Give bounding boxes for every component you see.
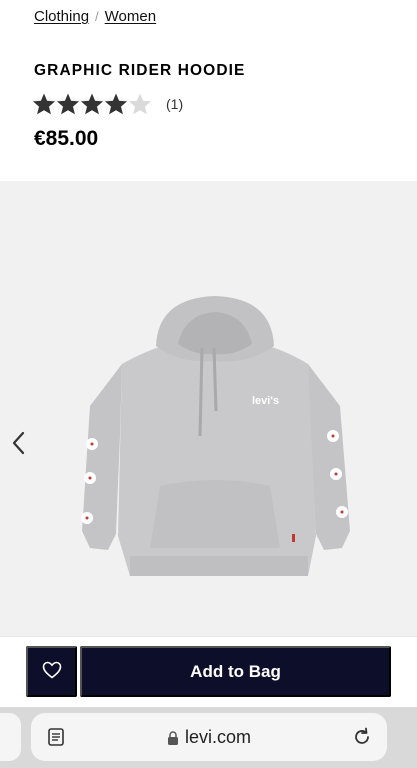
hoodie-product-image[interactable]: levi's xyxy=(60,286,370,586)
levis-logo: levi's xyxy=(252,395,279,407)
lock-icon xyxy=(167,730,179,745)
reload-icon[interactable] xyxy=(351,726,373,748)
star-icon xyxy=(32,92,56,116)
add-to-bag-button[interactable]: Add to Bag xyxy=(80,646,391,697)
breadcrumb: Clothing / Women xyxy=(34,8,156,25)
url-text: levi.com xyxy=(184,727,251,747)
heart-outline-icon xyxy=(42,661,62,682)
star-icon xyxy=(104,92,128,116)
purchase-actions-bar: Add to Bag xyxy=(0,636,417,707)
add-to-wishlist-button[interactable] xyxy=(26,646,77,697)
breadcrumb-women-link[interactable]: Women xyxy=(105,8,156,25)
product-price: €85.00 xyxy=(34,127,99,150)
browser-address-bar: levi.com xyxy=(0,707,417,768)
breadcrumb-separator: / xyxy=(95,9,99,24)
product-title: GRAPHIC RIDER HOODIE xyxy=(34,62,246,79)
url-field[interactable]: levi.com xyxy=(31,713,387,761)
star-empty-icon xyxy=(128,92,152,116)
review-count[interactable]: (1) xyxy=(166,96,183,112)
product-image-gallery[interactable]: levi's xyxy=(0,181,417,636)
previous-tab-edge[interactable] xyxy=(0,713,21,761)
product-rating[interactable]: (1) xyxy=(32,92,183,116)
breadcrumb-clothing-link[interactable]: Clothing xyxy=(34,8,89,25)
chevron-left-icon[interactable] xyxy=(8,428,28,458)
url-display: levi.com xyxy=(31,727,387,748)
star-icon xyxy=(56,92,80,116)
star-icon xyxy=(80,92,104,116)
